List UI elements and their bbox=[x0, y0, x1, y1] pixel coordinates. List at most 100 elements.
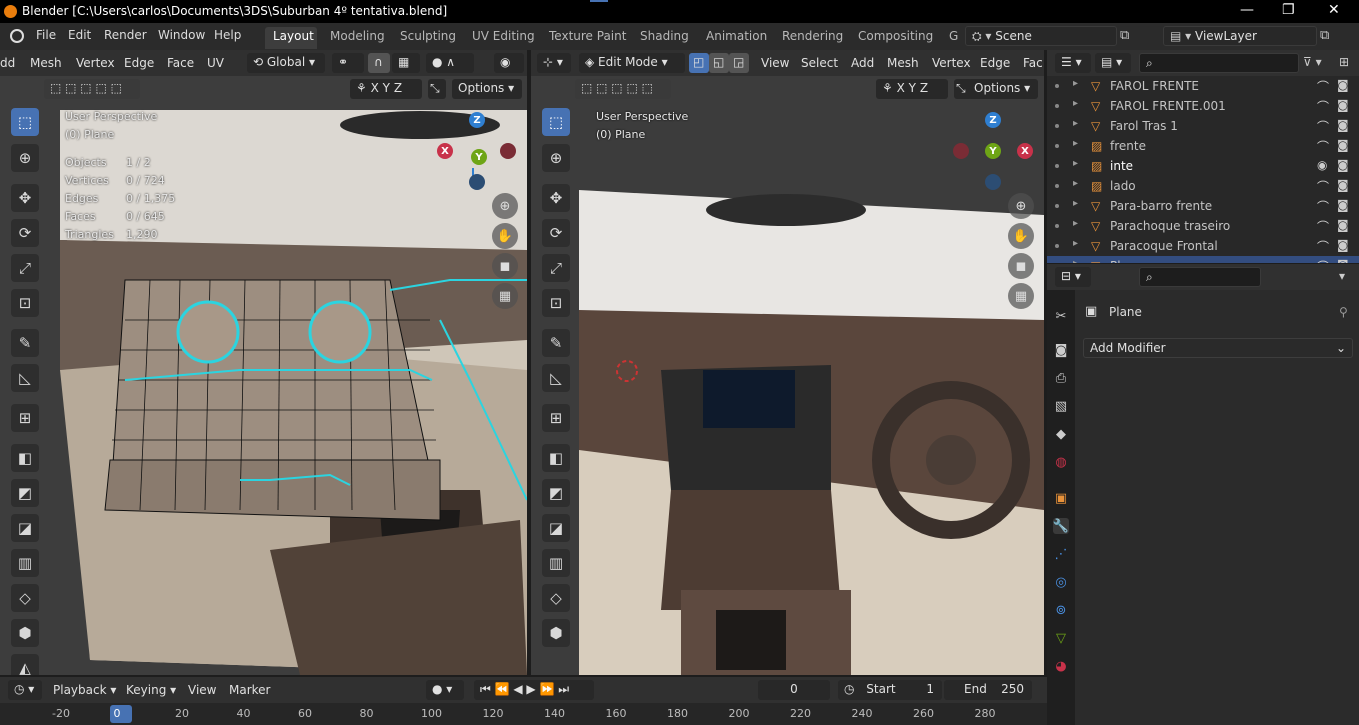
add-cube-tool-icon[interactable]: ⊞ bbox=[11, 404, 39, 432]
viewlayer-selector[interactable]: ▤ ▾ ViewLayer bbox=[1163, 26, 1317, 46]
timeline-menu-marker[interactable]: Marker bbox=[229, 683, 270, 697]
display-mode-dropdown[interactable]: ▤ ▾ bbox=[1095, 53, 1131, 73]
minimize-button[interactable]: — bbox=[1240, 2, 1254, 18]
mirror-axes[interactable]: ⚘ X Y Z bbox=[350, 79, 422, 99]
playback-controls[interactable]: ⏮ ⏪ ◀ ▶ ⏩ ⏭ bbox=[474, 680, 594, 700]
move-tool-icon[interactable]: ✥ bbox=[11, 184, 39, 212]
spin-tool-icon[interactable]: ◭ bbox=[11, 654, 39, 675]
menu-help[interactable]: Help bbox=[214, 28, 241, 42]
render-camera-icon[interactable]: ◙ bbox=[1337, 178, 1349, 192]
menu-window[interactable]: Window bbox=[158, 28, 205, 42]
right-transform-tool-icon[interactable]: ⊡ bbox=[542, 289, 570, 317]
tab-compositing[interactable]: Compositing bbox=[858, 29, 933, 43]
end-frame-field[interactable]: End 250 bbox=[944, 680, 1032, 700]
tab-sculpting[interactable]: Sculpting bbox=[400, 29, 456, 43]
right-scale-tool-icon[interactable]: ⤢ bbox=[542, 254, 570, 282]
right-axis-z-toggle[interactable]: Z bbox=[920, 81, 928, 95]
axis-y-toggle[interactable]: Y bbox=[383, 81, 390, 95]
mode-dropdown[interactable]: ◈ Edit Mode ▾ bbox=[579, 53, 685, 73]
face-select-button[interactable]: ◲ bbox=[729, 53, 749, 73]
left-viewport[interactable]: dd Mesh Vertex Edge Face UV ⟲ Global ▾ ⚭… bbox=[0, 50, 527, 675]
right-select-box-tool-icon[interactable]: ⬚ bbox=[542, 108, 570, 136]
render-camera-icon[interactable]: ◙ bbox=[1337, 98, 1349, 112]
record-button[interactable]: ● ▾ bbox=[426, 680, 464, 700]
right-gizmo-z-ball[interactable]: Z bbox=[985, 112, 1001, 128]
right-measure-tool-icon[interactable]: ◺ bbox=[542, 364, 570, 392]
expand-arrow-icon[interactable]: ▸ bbox=[1073, 178, 1078, 189]
menu-file[interactable]: File bbox=[36, 28, 56, 42]
timeline-menu-keying[interactable]: Keying ▾ bbox=[126, 683, 176, 697]
data-tab-icon[interactable]: ▽ bbox=[1053, 630, 1069, 646]
scene-selector[interactable]: ⛭ ▾ Scene bbox=[965, 26, 1117, 46]
proportional-edit[interactable]: ● ∧ bbox=[426, 53, 474, 73]
loop-cut-tool-icon[interactable]: ▥ bbox=[11, 549, 39, 577]
pin-icon[interactable]: ⚲ bbox=[1339, 305, 1348, 319]
close-button[interactable]: ✕ bbox=[1328, 2, 1340, 18]
right-axis-y-toggle[interactable]: Y bbox=[909, 81, 916, 95]
expand-arrow-icon[interactable]: ▸ bbox=[1073, 218, 1078, 229]
right-camera-icon[interactable]: ◼ bbox=[1008, 253, 1034, 279]
right-menu-view[interactable]: View bbox=[761, 56, 789, 70]
pan-hand-icon[interactable]: ✋ bbox=[492, 223, 518, 249]
right-annotate-tool-icon[interactable]: ✎ bbox=[542, 329, 570, 357]
zoom-icon[interactable]: ⊕ bbox=[492, 193, 518, 219]
expand-arrow-icon[interactable]: ▸ bbox=[1073, 258, 1078, 263]
render-camera-icon[interactable]: ◙ bbox=[1337, 198, 1349, 212]
menu-edit[interactable]: Edit bbox=[68, 28, 91, 42]
edge-select-button[interactable]: ◱ bbox=[709, 53, 729, 73]
gizmo-neg-x-ball[interactable] bbox=[500, 143, 516, 159]
blender-menu-icon[interactable] bbox=[10, 29, 24, 43]
editor-type-dropdown[interactable]: ⊹ ▾ bbox=[537, 53, 571, 73]
menu-render[interactable]: Render bbox=[104, 28, 147, 42]
timeline-editor-type[interactable]: ◷ ▾ bbox=[8, 680, 42, 700]
visibility-eye-icon[interactable]: ⌒ bbox=[1317, 118, 1329, 135]
right-move-tool-icon[interactable]: ✥ bbox=[542, 184, 570, 212]
inset-tool-icon[interactable]: ◩ bbox=[11, 479, 39, 507]
gizmo-neg-z-ball[interactable] bbox=[469, 174, 485, 190]
visibility-eye-icon[interactable]: ◉ bbox=[1317, 158, 1327, 172]
expand-arrow-icon[interactable]: ▸ bbox=[1073, 138, 1078, 149]
right-menu-vertex[interactable]: Vertex bbox=[932, 56, 971, 70]
add-modifier-dropdown[interactable]: Add Modifier ⌄ bbox=[1083, 338, 1353, 358]
axis-x-toggle[interactable]: X bbox=[371, 81, 379, 95]
visibility-dropdown[interactable]: ◉ bbox=[494, 53, 524, 73]
render-tab-icon[interactable]: ◙ bbox=[1053, 342, 1069, 358]
modifier-tab-icon[interactable]: 🔧 bbox=[1053, 518, 1069, 534]
render-camera-icon[interactable]: ◙ bbox=[1337, 78, 1349, 92]
right-menu-face[interactable]: Fac bbox=[1023, 56, 1043, 70]
right-poly-build-tool-icon[interactable]: ⬢ bbox=[542, 619, 570, 647]
expand-arrow-icon[interactable]: ▸ bbox=[1073, 238, 1078, 249]
extrude-tool-icon[interactable]: ◧ bbox=[11, 444, 39, 472]
expand-arrow-icon[interactable]: ▸ bbox=[1073, 118, 1078, 129]
start-frame-field[interactable]: ◷ Start 1 bbox=[838, 680, 942, 700]
tab-shading[interactable]: Shading bbox=[640, 29, 689, 43]
material-tab-icon[interactable]: ◕ bbox=[1053, 658, 1069, 674]
visibility-eye-icon[interactable]: ⌒ bbox=[1317, 178, 1329, 195]
visibility-eye-icon[interactable]: ⌒ bbox=[1317, 98, 1329, 115]
timeline-ruler[interactable] bbox=[0, 703, 1047, 725]
left-menu-add[interactable]: dd bbox=[0, 56, 15, 70]
outliner-row[interactable]: ▸ ▽ Para-barro frente ⌒ ◙ bbox=[1047, 196, 1359, 216]
outliner-row[interactable]: ▸ ▽ FAROL FRENTE ⌒ ◙ bbox=[1047, 76, 1359, 96]
right-menu-mesh[interactable]: Mesh bbox=[887, 56, 919, 70]
render-camera-icon[interactable]: ◙ bbox=[1337, 218, 1349, 232]
transform-orientation-dropdown[interactable]: ⟲ Global ▾ bbox=[247, 53, 325, 73]
options-dropdown-right[interactable]: Options ▾ bbox=[968, 79, 1038, 99]
scene-tab-icon[interactable]: ◆ bbox=[1053, 426, 1069, 442]
right-select-mode-buttons[interactable]: ⬚ ⬚ ⬚ ⬚ ⬚ bbox=[575, 79, 671, 99]
left-menu-edge[interactable]: Edge bbox=[124, 56, 154, 70]
tool-tab-icon[interactable]: ✂ bbox=[1053, 308, 1069, 324]
tab-animation[interactable]: Animation bbox=[706, 29, 767, 43]
right-rotate-tool-icon[interactable]: ⟳ bbox=[542, 219, 570, 247]
right-bevel-tool-icon[interactable]: ◪ bbox=[542, 514, 570, 542]
tab-layout[interactable]: Layout bbox=[273, 29, 314, 43]
properties-search[interactable]: ⌕ bbox=[1139, 267, 1261, 287]
outliner-row[interactable]: ▸ ▨ lado ⌒ ◙ bbox=[1047, 176, 1359, 196]
properties-editor-type[interactable]: ⊟ ▾ bbox=[1055, 267, 1091, 287]
right-add-cube-tool-icon[interactable]: ⊞ bbox=[542, 404, 570, 432]
properties-options-icon[interactable]: ▾ bbox=[1339, 269, 1345, 283]
right-menu-select[interactable]: Select bbox=[801, 56, 838, 70]
left-menu-uv[interactable]: UV bbox=[207, 56, 224, 70]
cursor-tool-icon[interactable]: ⊕ bbox=[11, 144, 39, 172]
outliner-editor-type[interactable]: ☰ ▾ bbox=[1055, 53, 1091, 73]
